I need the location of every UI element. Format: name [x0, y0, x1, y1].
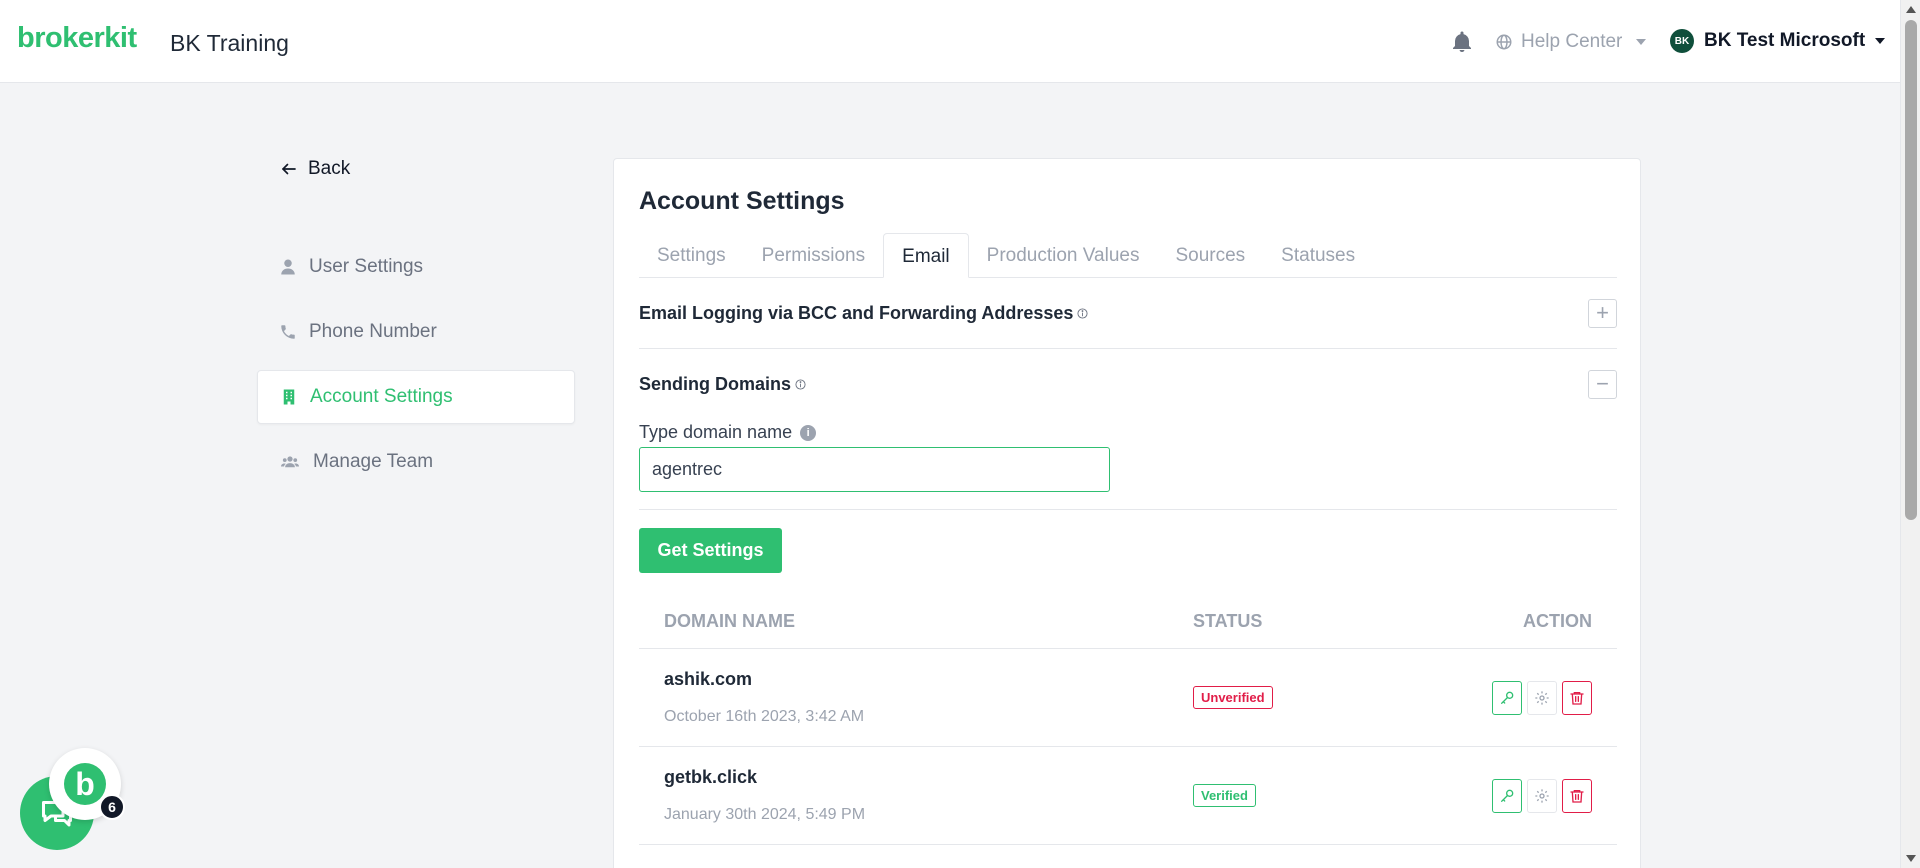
sending-domains-title-text: Sending Domains [639, 373, 792, 394]
user-menu[interactable]: BK BK Test Microsoft [1670, 29, 1886, 53]
sidebar-item-phone-number[interactable]: Phone Number [257, 305, 575, 359]
gear-icon [1535, 690, 1549, 705]
settings-tabs: Settings Permissions Email Production Va… [639, 233, 1617, 278]
scroll-up-arrow-icon[interactable] [1906, 6, 1916, 13]
user-name: BK Test Microsoft [1704, 30, 1866, 51]
key-button[interactable] [1492, 778, 1522, 813]
arrow-left-icon [282, 163, 296, 175]
workspace-name: BK Training [170, 30, 289, 56]
back-label: Back [308, 158, 351, 179]
sidebar-item-label: Account Settings [310, 386, 453, 407]
sidebar-item-label: User Settings [309, 256, 424, 277]
sidebar-item-label: Phone Number [309, 321, 437, 342]
domain-date: January 30th 2024, 5:49 PM [664, 806, 866, 823]
trash-icon [1570, 691, 1584, 705]
bell-icon[interactable] [1450, 30, 1474, 54]
key-button[interactable] [1492, 680, 1522, 715]
tab-production-values[interactable]: Production Values [969, 233, 1158, 278]
settings-button[interactable] [1527, 778, 1557, 813]
back-link[interactable]: Back [280, 158, 350, 180]
trash-icon [1570, 789, 1584, 803]
sidebar-item-label: Manage Team [313, 451, 434, 472]
sidebar-item-manage-team[interactable]: Manage Team [257, 435, 575, 489]
tab-statuses[interactable]: Statuses [1263, 233, 1373, 278]
users-icon [281, 456, 299, 468]
brokerkit-logo[interactable]: brokerkit [17, 22, 137, 55]
domain-name-label-text: Type domain name [639, 422, 793, 442]
sending-domains-title: Sending Domains [639, 374, 806, 395]
status-badge: Verified [1193, 784, 1256, 807]
domains-table: DOMAIN NAME STATUS ACTION ashik.com Octo… [639, 595, 1617, 845]
email-logging-section: Email Logging via BCC and Forwarding Add… [639, 278, 1617, 349]
delete-button[interactable] [1562, 680, 1592, 715]
tab-sources[interactable]: Sources [1157, 233, 1263, 278]
globe-icon [1496, 34, 1512, 50]
domain-name: ashik.com [664, 669, 753, 689]
collapse-sending-domains-button[interactable]: − [1588, 369, 1617, 399]
info-icon[interactable] [1077, 307, 1088, 319]
column-header-action: ACTION [1523, 611, 1592, 631]
delete-button[interactable] [1562, 778, 1592, 813]
building-icon [283, 389, 295, 405]
sidebar-item-account-settings[interactable]: Account Settings [257, 370, 575, 424]
notification-count-badge: 6 [99, 794, 125, 820]
gear-icon [1535, 788, 1549, 803]
account-settings-card: Account Settings Settings Permissions Em… [613, 158, 1641, 868]
settings-sidebar: User Settings Phone Number Account Setti… [257, 240, 575, 500]
table-row: getbk.click January 30th 2024, 5:49 PM V… [639, 747, 1617, 845]
info-icon[interactable] [795, 378, 806, 390]
column-header-status: STATUS [1193, 611, 1263, 631]
avatar: BK [1670, 29, 1694, 53]
expand-email-logging-button[interactable]: + [1588, 298, 1617, 328]
domain-name-input[interactable] [639, 447, 1110, 492]
chevron-down-icon [1636, 39, 1647, 45]
table-row: ashik.com October 16th 2023, 3:42 AM Unv… [639, 649, 1617, 747]
column-header-domain: DOMAIN NAME [664, 611, 795, 631]
domain-name-label: Type domain name i [639, 422, 817, 443]
brokerkit-b-icon: b [64, 763, 106, 805]
top-header: brokerkit BK Training Help Center BK BK … [0, 0, 1900, 83]
help-center-dropdown[interactable]: Help Center [1495, 31, 1647, 53]
help-center-label: Help Center [1521, 31, 1623, 52]
table-header: DOMAIN NAME STATUS ACTION [639, 595, 1617, 649]
scroll-thumb[interactable] [1905, 20, 1917, 520]
tab-settings[interactable]: Settings [639, 233, 744, 278]
page-scrollbar[interactable] [1900, 0, 1920, 868]
tab-email[interactable]: Email [883, 233, 969, 278]
settings-button[interactable] [1527, 680, 1557, 715]
email-logging-title: Email Logging via BCC and Forwarding Add… [639, 303, 1088, 324]
chevron-down-icon [1875, 38, 1886, 44]
sending-domains-section: Sending Domains − [639, 349, 1617, 419]
get-settings-button[interactable]: Get Settings [639, 528, 782, 573]
user-icon [281, 259, 295, 275]
domain-name: getbk.click [664, 767, 758, 787]
phone-icon [281, 325, 295, 339]
email-logging-title-text: Email Logging via BCC and Forwarding Add… [639, 302, 1074, 323]
divider [639, 509, 1617, 510]
page-title: Account Settings [639, 187, 845, 215]
sidebar-item-user-settings[interactable]: User Settings [257, 240, 575, 294]
key-icon [1501, 789, 1514, 802]
tab-permissions[interactable]: Permissions [744, 233, 883, 278]
domain-date: October 16th 2023, 3:42 AM [664, 708, 865, 725]
info-icon[interactable]: i [800, 424, 817, 441]
scroll-down-arrow-icon[interactable] [1906, 855, 1916, 862]
key-icon [1501, 691, 1514, 704]
status-badge: Unverified [1193, 686, 1273, 709]
